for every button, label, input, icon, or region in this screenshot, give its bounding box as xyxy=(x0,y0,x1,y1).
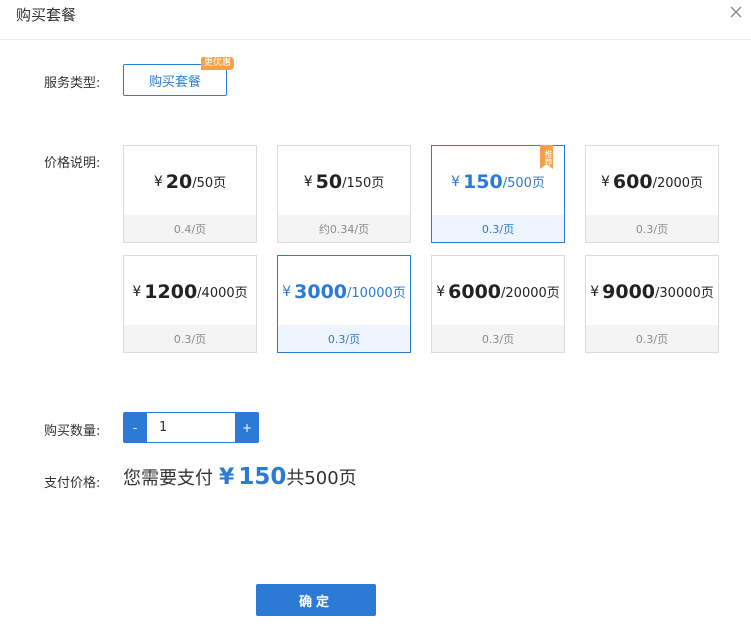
unit-price: 0.3/页 xyxy=(432,215,564,242)
page-count: /150页 xyxy=(342,176,385,191)
payment-total-pages: 共500页 xyxy=(286,468,357,489)
quantity-input[interactable] xyxy=(147,412,235,443)
pricing-label: 价格说明: xyxy=(44,156,101,171)
quantity-label: 购买数量: xyxy=(44,424,101,439)
price-amount: 3000 xyxy=(294,280,348,303)
unit-price: 0.3/页 xyxy=(586,215,718,242)
close-icon[interactable] xyxy=(728,4,744,20)
unit-price: 0.3/页 xyxy=(432,325,564,352)
price-amount: 50 xyxy=(315,170,343,193)
price-amount: 150 xyxy=(463,170,503,193)
payment-amount: 150 xyxy=(238,464,287,490)
currency-symbol: ¥ xyxy=(590,283,600,300)
unit-price: 0.3/页 xyxy=(586,325,718,352)
discount-badge: 更优惠 xyxy=(201,57,235,70)
price-amount: 20 xyxy=(165,170,193,193)
unit-price: 0.3/页 xyxy=(278,325,410,352)
price-amount: 600 xyxy=(612,170,653,193)
currency-symbol: ¥ xyxy=(132,283,142,300)
dialog-header: 购买套餐 xyxy=(0,0,751,40)
unit-price: 0.3/页 xyxy=(124,325,256,352)
service-type-label: 服务类型: xyxy=(44,76,101,91)
quantity-increment-button[interactable]: + xyxy=(235,412,259,443)
page-count: /30000页 xyxy=(655,286,714,301)
payment-summary: 您需要支付 ¥ 150 共500页 xyxy=(123,464,357,490)
currency-symbol: ¥ xyxy=(451,173,461,190)
page-count: /4000页 xyxy=(197,286,248,301)
page-count: /2000页 xyxy=(652,176,704,191)
page-count: /20000页 xyxy=(501,286,560,301)
currency-symbol: ¥ xyxy=(282,283,292,300)
page-count: /50页 xyxy=(192,176,227,191)
page-count: /10000页 xyxy=(347,286,406,301)
price-amount: 9000 xyxy=(602,280,656,303)
payment-prefix: 您需要支付 xyxy=(123,468,213,489)
currency-symbol: ¥ xyxy=(153,173,163,190)
currency-symbol: ¥ xyxy=(436,283,446,300)
price-option-card[interactable]: ¥6000/20000页 0.3/页 xyxy=(431,255,565,353)
price-option-card-highlighted[interactable]: ¥3000/10000页 0.3/页 xyxy=(277,255,411,353)
currency-symbol: ¥ xyxy=(600,173,610,190)
currency-symbol: ¥ xyxy=(303,173,313,190)
price-amount: 1200 xyxy=(144,280,198,303)
unit-price: 约0.34/页 xyxy=(278,215,410,242)
dialog-title: 购买套餐 xyxy=(16,6,77,24)
payment-currency: ¥ xyxy=(219,465,235,490)
quantity-decrement-button[interactable]: - xyxy=(123,412,147,443)
unit-price: 0.4/页 xyxy=(124,215,256,242)
price-option-card[interactable]: ¥600/2000页 0.3/页 xyxy=(585,145,719,243)
payment-label: 支付价格: xyxy=(44,476,101,491)
price-option-card[interactable]: ¥20/50页 0.4/页 xyxy=(123,145,257,243)
confirm-button[interactable]: 确定 xyxy=(256,584,376,616)
page-count: /500页 xyxy=(502,176,545,191)
price-option-card[interactable]: ¥1200/4000页 0.3/页 xyxy=(123,255,257,353)
price-amount: 6000 xyxy=(448,280,502,303)
price-option-card[interactable]: ¥9000/30000页 0.3/页 xyxy=(585,255,719,353)
price-option-card[interactable]: ¥50/150页 约0.34/页 xyxy=(277,145,411,243)
